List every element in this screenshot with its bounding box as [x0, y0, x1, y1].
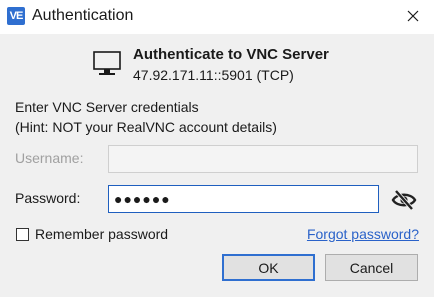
ok-button[interactable]: OK — [222, 254, 315, 281]
cancel-button[interactable]: Cancel — [325, 254, 418, 281]
hint-line: (Hint: NOT your RealVNC account details) — [15, 119, 277, 135]
title-bar: VE Authentication — [0, 0, 434, 34]
close-button[interactable] — [398, 2, 428, 30]
remember-password-label: Remember password — [35, 226, 169, 242]
app-icon: VE — [7, 7, 25, 25]
dialog-header: Authenticate to VNC Server 47.92.171.11:… — [0, 40, 434, 88]
username-label: Username: — [15, 150, 84, 166]
close-icon — [407, 10, 419, 22]
window-title: Authentication — [32, 7, 134, 24]
username-field[interactable] — [108, 145, 418, 173]
credentials-prompt: Enter VNC Server credentials (Hint: NOT … — [15, 97, 277, 137]
prompt-line: Enter VNC Server credentials — [15, 99, 199, 115]
eye-slash-icon — [391, 189, 417, 211]
monitor-icon — [93, 51, 121, 75]
password-label: Password: — [15, 190, 81, 206]
password-field[interactable]: ●●●●●● — [108, 185, 379, 213]
remember-password-option[interactable]: Remember password — [16, 226, 168, 242]
toggle-password-visibility-button[interactable] — [391, 188, 417, 212]
server-address: 47.92.171.11::5901 (TCP) — [133, 67, 294, 83]
dialog-heading: Authenticate to VNC Server — [133, 46, 329, 63]
forgot-password-link[interactable]: Forgot password? — [307, 226, 419, 242]
remember-password-checkbox[interactable] — [16, 227, 29, 241]
